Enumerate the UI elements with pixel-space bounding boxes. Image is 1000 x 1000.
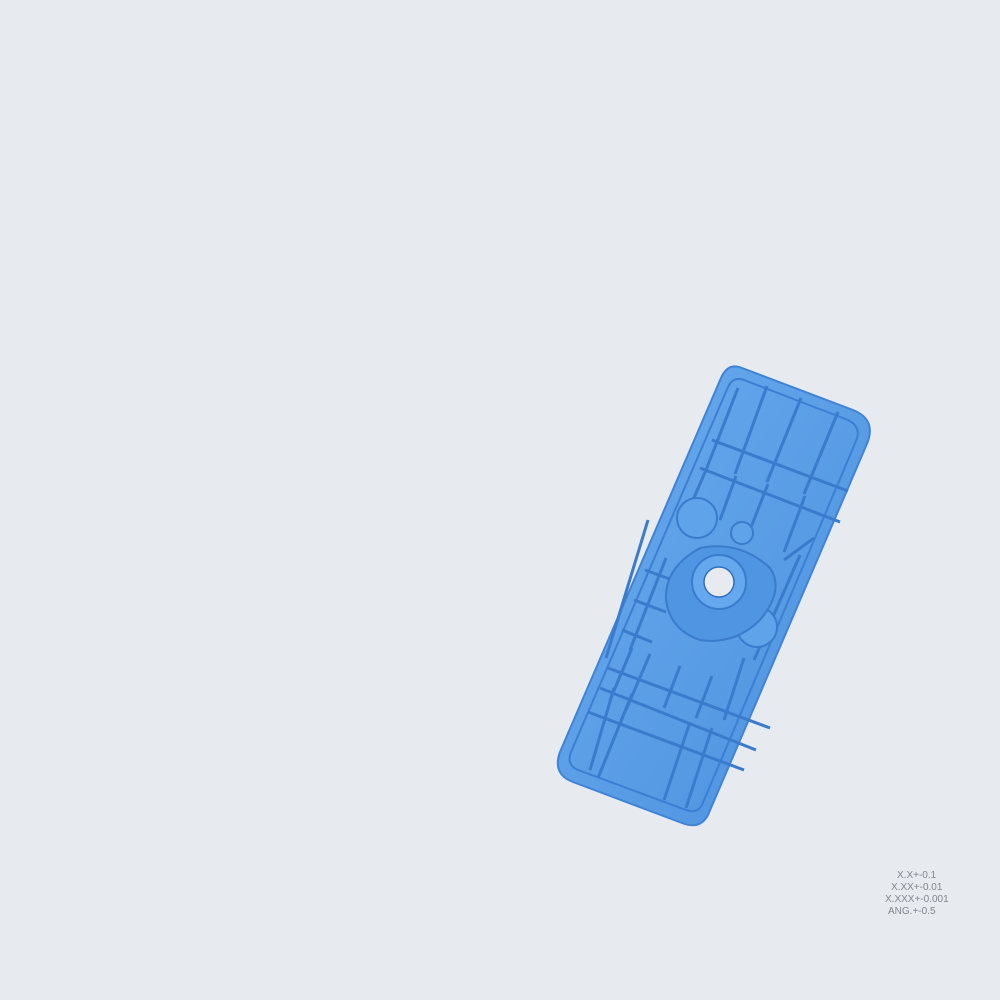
tolerance-line: X.XX+-0.01 (891, 882, 943, 893)
mounting-hole (703, 566, 735, 598)
plate-part[interactable] (556, 365, 871, 827)
tolerance-line: X.X+-0.1 (897, 870, 937, 881)
cad-model-view[interactable] (0, 0, 1000, 1000)
tolerance-line: ANG.+-0.5 (888, 906, 936, 917)
tolerance-line: X.XXX+-0.001 (885, 894, 949, 905)
cad-viewport[interactable]: X.X+-0.1 X.XX+-0.01 X.XXX+-0.001 ANG.+-0… (0, 0, 1000, 1000)
tolerance-block: X.X+-0.1 X.XX+-0.01 X.XXX+-0.001 ANG.+-0… (870, 870, 970, 918)
